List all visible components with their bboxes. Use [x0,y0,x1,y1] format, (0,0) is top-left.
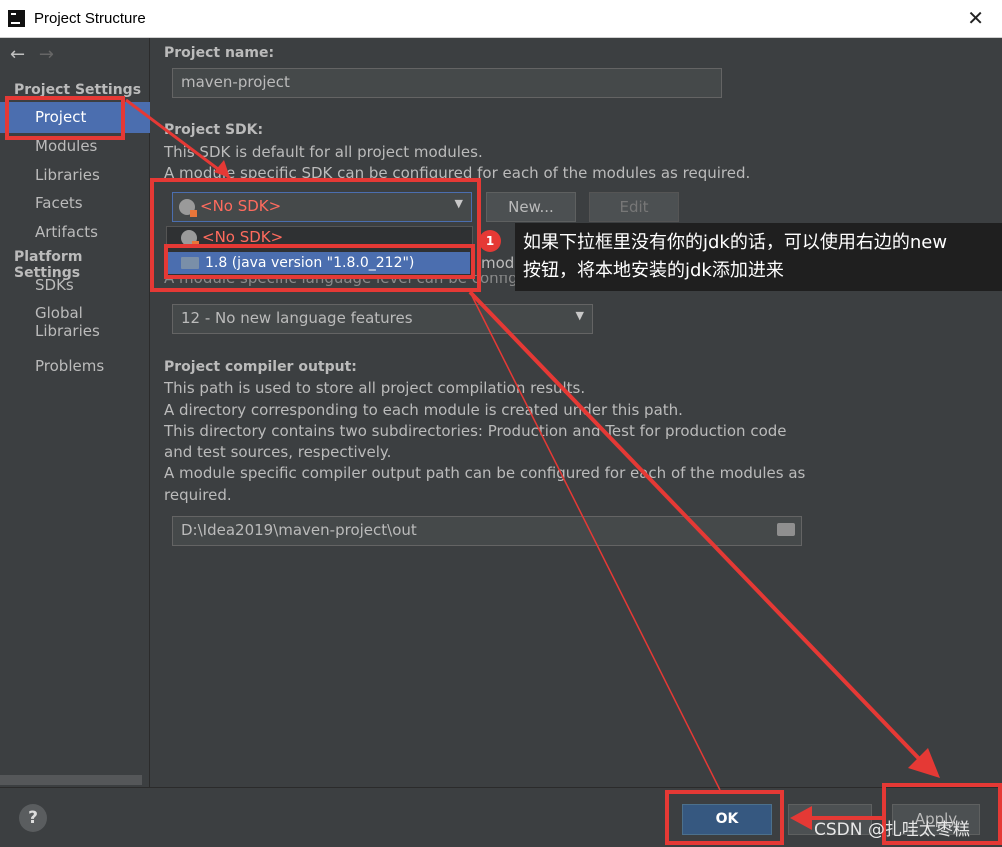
forward-arrow-icon[interactable]: → [39,44,54,65]
back-arrow-icon[interactable]: ← [10,44,25,65]
annotation-line-1: 如果下拉框里没有你的jdk的话，可以使用右边的new [523,232,948,253]
language-level-select[interactable]: 12 - No new language features ▼ [172,304,593,334]
project-name-label: Project name: [164,45,275,61]
sidebar-scrollbar[interactable] [0,775,142,785]
project-sdk-label: Project SDK: [164,122,264,138]
compiler-desc-1: This path is used to store all project c… [164,379,586,397]
edit-sdk-button[interactable]: Edit [589,192,679,222]
intellij-app-icon [8,10,25,27]
new-sdk-button[interactable]: New... [486,192,576,222]
title-bar: Project Structure ✕ [0,0,1002,38]
nav-arrows: ← → [10,44,54,65]
sdk-description-1: This SDK is default for all project modu… [164,143,483,161]
language-level-value: 12 - No new language features [181,309,413,327]
window-title: Project Structure [34,10,146,27]
browse-folder-icon[interactable] [777,523,795,536]
help-button[interactable]: ? [19,804,47,832]
sidebar: ← → Project Settings Project Modules Lib… [0,38,150,787]
annotation-badge: 1 [479,230,501,252]
compiler-output-path-value: D:\Idea2019\maven-project\out [181,521,417,539]
annotation-callout: 如果下拉框里没有你的jdk的话，可以使用右边的new 按钮，将本地安装的jdk添… [515,223,1002,291]
sidebar-item-sdks[interactable]: SDKs [35,276,74,294]
project-name-input[interactable]: maven-project [172,68,722,98]
annotation-box-ok [665,790,784,845]
compiler-output-label: Project compiler output: [164,359,357,375]
compiler-desc-3: This directory contains two subdirectori… [164,422,787,440]
compiler-desc-2: A directory corresponding to each module… [164,401,683,419]
main-panel: Project name: maven-project Project SDK:… [151,38,1002,787]
compiler-desc-6: required. [164,486,232,504]
compiler-output-path-input[interactable]: D:\Idea2019\maven-project\out [172,516,802,546]
sidebar-item-global-libraries[interactable]: Global Libraries [35,304,149,340]
sidebar-item-artifacts[interactable]: Artifacts [35,223,98,241]
sidebar-item-problems[interactable]: Problems [35,357,104,375]
annotation-line-2: 按钮，将本地安装的jdk添加进来 [523,260,784,281]
sidebar-item-facets[interactable]: Facets [35,194,83,212]
chevron-down-icon: ▼ [575,309,584,322]
compiler-desc-4: and test sources, respectively. [164,443,392,461]
annotation-box-jdk-option [164,244,475,279]
close-icon[interactable]: ✕ [967,6,984,30]
compiler-desc-5: A module specific compiler output path c… [164,464,806,482]
annotation-box-project [5,96,125,140]
sidebar-item-libraries[interactable]: Libraries [35,166,100,184]
csdn-watermark: CSDN @扎哇太枣糕 [814,820,970,840]
